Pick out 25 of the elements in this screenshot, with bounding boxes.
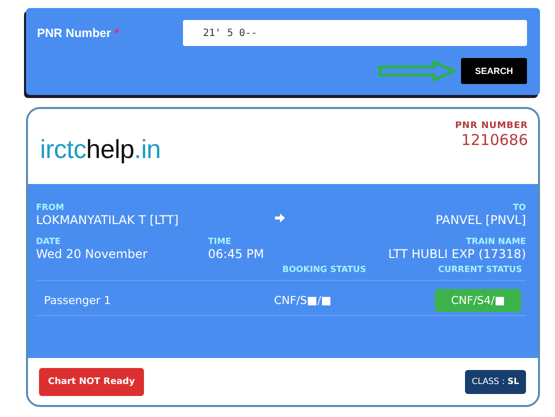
date-label: DATE [36, 237, 62, 247]
chart-status-badge: Chart NOT Ready [39, 368, 144, 396]
passenger-name: Passenger 1 [44, 294, 112, 306]
to-station: PANVEL [PNVL] [436, 213, 526, 227]
time-value: 06:45 PM [208, 247, 265, 261]
search-button[interactable]: SEARCH [461, 58, 527, 84]
from-station: LOKMANYATILAK T [LTT] [36, 213, 180, 227]
arrow-right-icon [274, 212, 286, 224]
booking-status-header: BOOKING STATUS [282, 265, 366, 275]
current-status-header: CURRENT STATUS [438, 265, 522, 275]
class-badge: CLASS : SL [464, 370, 526, 394]
train-name-label: TRAIN NAME [466, 237, 526, 247]
to-label: TO [512, 203, 526, 213]
pnr-number-label: PNR Number * [37, 26, 120, 40]
current-status-badge: CNF/S4/■ [434, 288, 521, 312]
pnr-number-value: 1210686 [461, 131, 528, 149]
from-label: FROM [36, 203, 66, 213]
date-value: Wed 20 November [36, 247, 148, 261]
train-name-value: LTT HUBLI EXP (17318) [388, 247, 526, 261]
pnr-number-label: PNR NUMBER [455, 121, 528, 131]
time-label: TIME [208, 237, 232, 247]
booking-status: CNF/S■/■ [274, 294, 332, 306]
logo: irctchelp.in [40, 134, 161, 166]
arrow-icon [378, 60, 456, 82]
pnr-input-field[interactable]: 21' 5 0-- [183, 20, 527, 46]
